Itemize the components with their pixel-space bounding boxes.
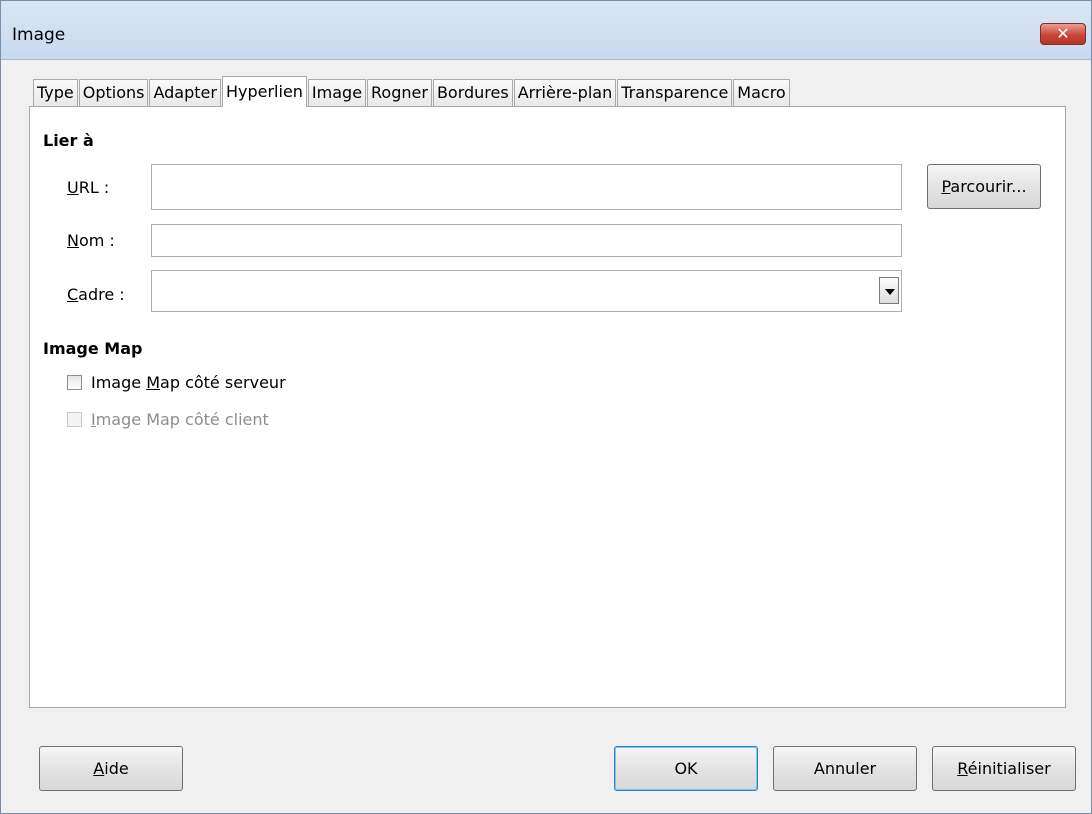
tab-rogner[interactable]: Rogner [367,79,432,106]
close-button[interactable]: ✕ [1040,23,1086,45]
ok-button[interactable]: OK [614,746,758,791]
tab-image[interactable]: Image [307,79,367,106]
chevron-down-icon [885,289,895,295]
server-imagemap-option[interactable]: Image Map côté serveur [67,373,286,392]
frame-dropdown-button[interactable] [879,277,899,304]
frame-label: Cadre : [67,285,125,304]
client-imagemap-option: Image Map côté client [67,410,269,429]
browse-button[interactable]: Parcourir... [927,164,1041,209]
server-imagemap-label: Image Map côté serveur [91,373,286,392]
tab-options[interactable]: Options [78,79,149,106]
url-input[interactable] [151,164,902,210]
link-section-title: Lier à [43,131,94,150]
reset-button[interactable]: Réinitialiser [932,746,1076,791]
tab-macro[interactable]: Macro [733,79,790,106]
tab-transparence[interactable]: Transparence [617,79,733,106]
server-imagemap-checkbox[interactable] [67,375,82,390]
tab-hyperlien[interactable]: Hyperlien [221,76,307,107]
name-label: Nom : [67,231,115,250]
url-label: URL : [67,178,110,197]
image-dialog: Image ✕ Type Options Adapter Hyperlien I… [0,0,1092,814]
tab-adapter[interactable]: Adapter [149,79,221,106]
cancel-button[interactable]: Annuler [773,746,917,791]
window-title: Image [12,25,66,45]
tab-bar: Type Options Adapter Hyperlien Image Rog… [33,75,791,107]
title-bar: Image ✕ [1,1,1091,60]
tab-bordures[interactable]: Bordures [432,79,513,106]
tab-type[interactable]: Type [33,79,78,106]
help-button[interactable]: Aide [39,746,183,791]
hyperlink-panel: Lier à URL : Parcourir... Nom : Cadre : … [29,106,1066,708]
client-imagemap-label: Image Map côté client [91,410,269,429]
client-imagemap-checkbox [67,412,82,427]
tab-arriere-plan[interactable]: Arrière-plan [513,79,617,106]
imagemap-section-title: Image Map [43,339,143,358]
close-icon: ✕ [1056,24,1070,43]
name-input[interactable] [151,224,902,257]
frame-dropdown[interactable] [151,270,902,312]
